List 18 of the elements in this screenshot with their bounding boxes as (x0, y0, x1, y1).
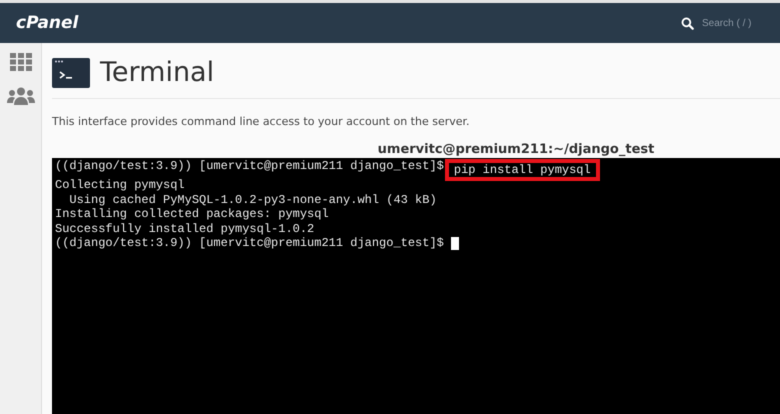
output-text: Using cached PyMySQL-1.0.2-py3-none-any.whl (43 kB) (68, 192, 437, 207)
terminal-screen[interactable] (52, 158, 780, 414)
logo[interactable]: cPanel (16, 13, 78, 33)
output-text: Collecting pymysql (55, 178, 185, 192)
search-field[interactable]: Search ( / ) (681, 16, 758, 30)
output-text: Successfully installed pymysql-1.0.2 (55, 222, 314, 236)
search-icon (681, 16, 694, 30)
prompt-text: ((django/test:3.9)) [umervitc@premium211 django_test]$ (55, 236, 444, 250)
grid-icon[interactable] (10, 53, 32, 71)
page-title: Terminal (100, 57, 214, 88)
output-text: Installing collected packages: pymysql (55, 207, 329, 222)
page-description: This interface provides command line access to your account on the server. (52, 115, 471, 128)
highlighted-command: pip install pymysql (444, 159, 600, 181)
users-icon[interactable] (6, 87, 34, 105)
prompt-text: ((django/test:3.9)) [umervitc@premium211 django_test]$ (55, 159, 444, 173)
terminal-title: umervitc@premium211:~/django_test (376, 142, 656, 158)
text-cursor (450, 236, 459, 250)
terminal-icon (52, 58, 90, 88)
